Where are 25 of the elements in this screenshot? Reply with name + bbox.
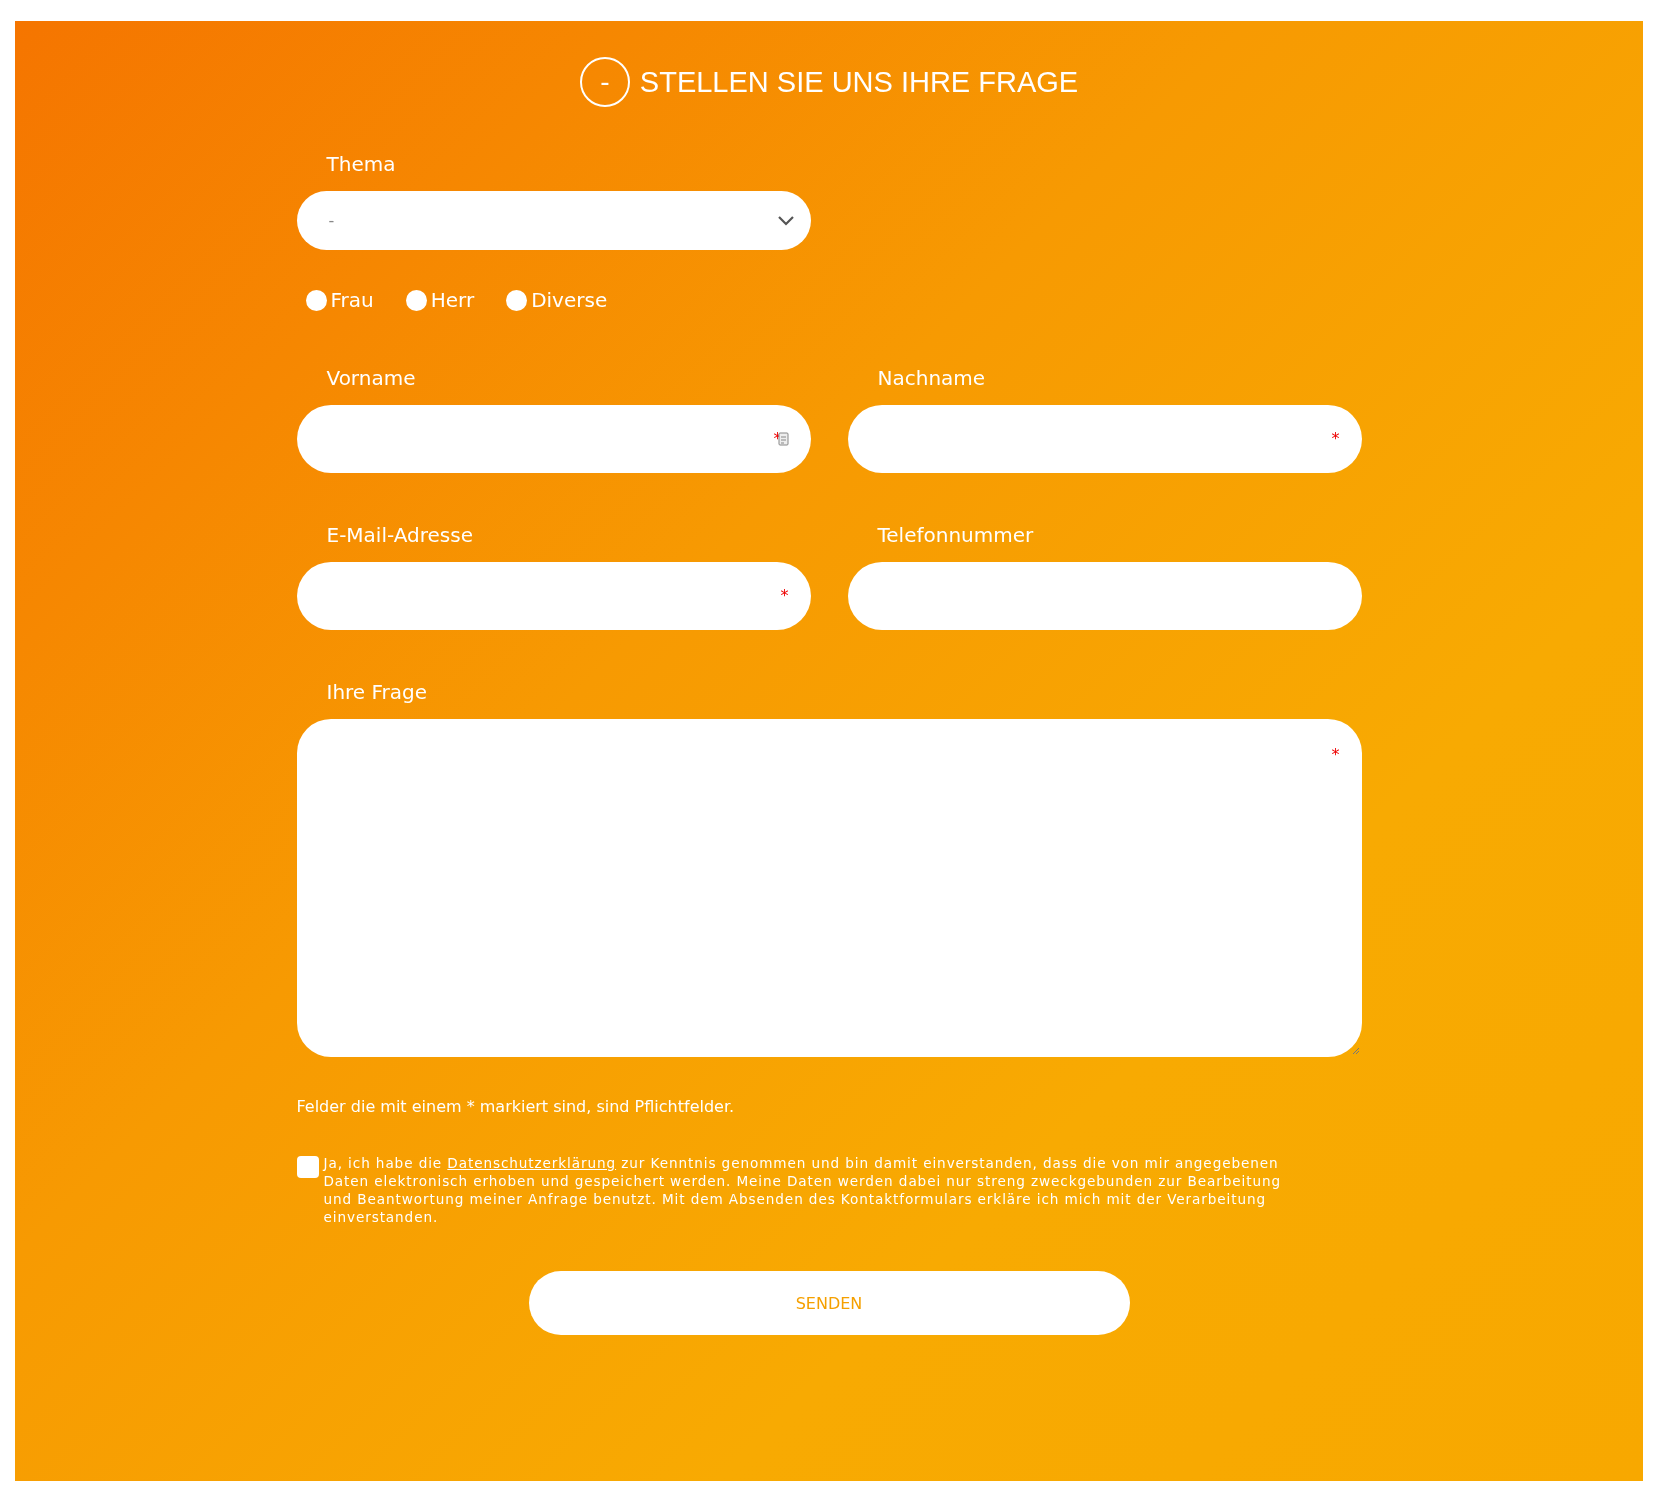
salutation-radio[interactable]: Frau xyxy=(305,288,374,312)
field-label: Vorname xyxy=(325,366,417,390)
salutation-radio[interactable]: Diverse xyxy=(506,288,608,312)
required-mark: * xyxy=(1331,431,1340,447)
privacy-link[interactable]: Datenschutzerklärung xyxy=(447,1155,617,1171)
topic-dropdown[interactable]: - xyxy=(296,191,811,250)
field-label: E-Mail-Adresse xyxy=(325,523,474,547)
question-textarea[interactable]: * xyxy=(296,719,1362,1057)
field-label: Nachname xyxy=(876,366,987,390)
salutation-radio[interactable]: Herr xyxy=(405,288,475,312)
field-label: Telefonnummer xyxy=(876,523,1035,547)
chevron-down-icon xyxy=(776,215,795,226)
required-mark: * xyxy=(780,588,789,604)
input-field[interactable]: * xyxy=(296,562,811,630)
field-label: Ihre Frage xyxy=(325,680,429,704)
consent-checkbox[interactable] xyxy=(296,1156,319,1178)
consent-text: Ja, ich habe die Datenschutzerklärung zur Kenntnis genommen und bin damit einverstanden, dass die von mir angegebenen Daten elektronisch erhoben und gespeichert werden. Meine Daten werden dabei nur streng zweckgebunden zur Bearbeitung und Beantwortung meiner Anfrage benutzt. Mit dem Absenden des Kontaktformulars erkläre ich mich mit der Verarbeitung einverstanden. xyxy=(323,1154,1283,1226)
field-label: Thema xyxy=(325,152,397,176)
send-button[interactable]: SENDEN xyxy=(528,1271,1130,1335)
collapse-button[interactable]: - xyxy=(579,57,630,107)
resize-handle-icon[interactable] xyxy=(1351,1047,1360,1055)
form-title: STELLEN SIE UNS IHRE FRAGE xyxy=(639,65,1079,99)
input-field[interactable]: * xyxy=(847,405,1362,473)
required-note: Felder die mit einem * markiert sind, sind Pflichtfelder. xyxy=(296,1097,736,1116)
required-mark: * xyxy=(1331,747,1340,763)
